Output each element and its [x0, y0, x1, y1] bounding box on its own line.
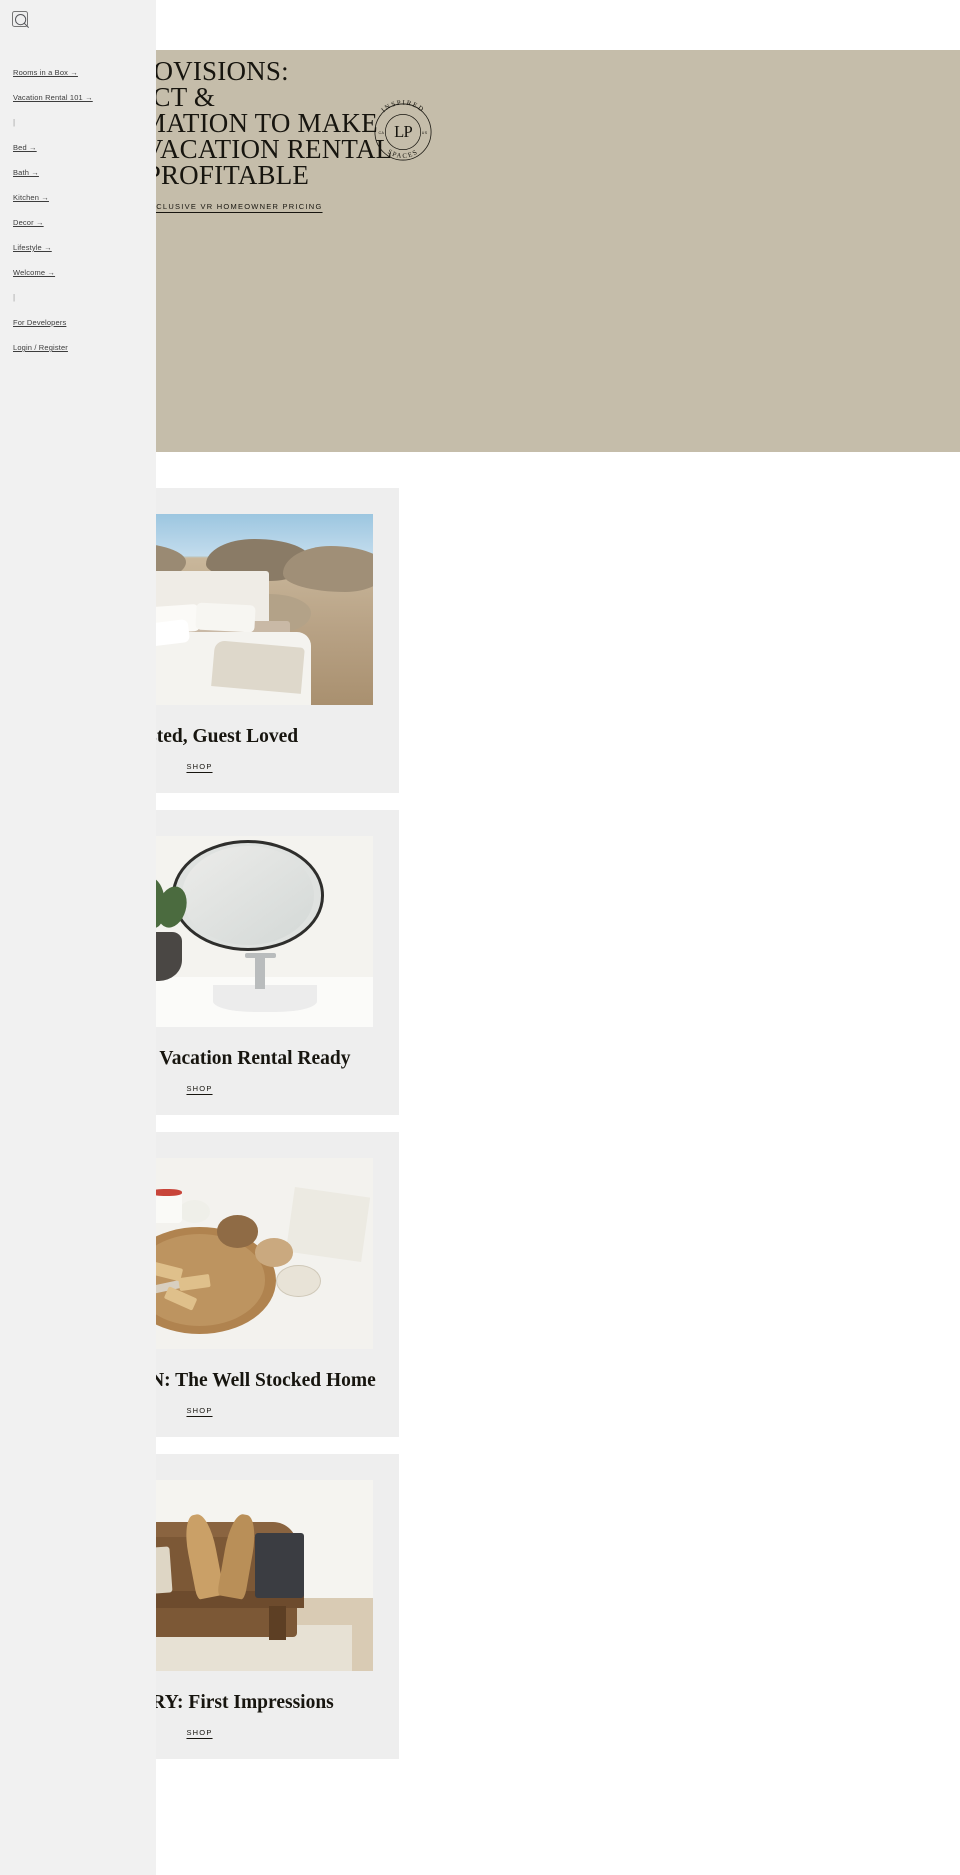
sidebar-item-lifestyle[interactable]: Lifestyle →	[0, 235, 156, 260]
svg-text:LP: LP	[394, 122, 412, 141]
sidebar-divider: |	[13, 118, 16, 127]
svg-text:SPACES: SPACES	[386, 149, 419, 161]
hero-text-block: THE PROVISIONS: PRODUCT & INFORMATION TO…	[60, 58, 960, 214]
sidebar-item-vacation-rental-101[interactable]: Vacation Rental 101 →	[0, 85, 156, 110]
page-root: THE PROVISIONS: PRODUCT & INFORMATION TO…	[0, 0, 960, 1875]
svg-text:INSPIRED: INSPIRED	[380, 100, 425, 115]
svg-text:US: US	[422, 131, 428, 135]
sidebar-divider: |	[13, 293, 16, 302]
sidebar-item-bath[interactable]: Bath →	[0, 160, 156, 185]
sidebar-menu: Rooms in a Box → Vacation Rental 101 → |…	[0, 60, 156, 360]
sidebar-item-decor[interactable]: Decor →	[0, 210, 156, 235]
sidebar-item-rooms-in-a-box[interactable]: Rooms in a Box →	[0, 60, 156, 85]
hero-title: THE PROVISIONS: PRODUCT & INFORMATION TO…	[60, 56, 393, 190]
sidebar-item-kitchen[interactable]: Kitchen →	[0, 185, 156, 210]
sidebar-item-login-register[interactable]: Login / Register	[0, 335, 156, 360]
svg-text:CA: CA	[379, 131, 385, 135]
brand-logo-badge[interactable]: INSPIRED SPACES LP CA US	[367, 96, 439, 168]
sidebar-item-bed[interactable]: Bed →	[0, 135, 156, 160]
sidebar-item-for-developers[interactable]: For Developers	[0, 310, 156, 335]
sidebar-nav-panel: Rooms in a Box → Vacation Rental 101 → |…	[0, 0, 156, 1875]
sidebar-item-welcome[interactable]: Welcome →	[0, 260, 156, 285]
search-icon[interactable]	[12, 11, 29, 28]
